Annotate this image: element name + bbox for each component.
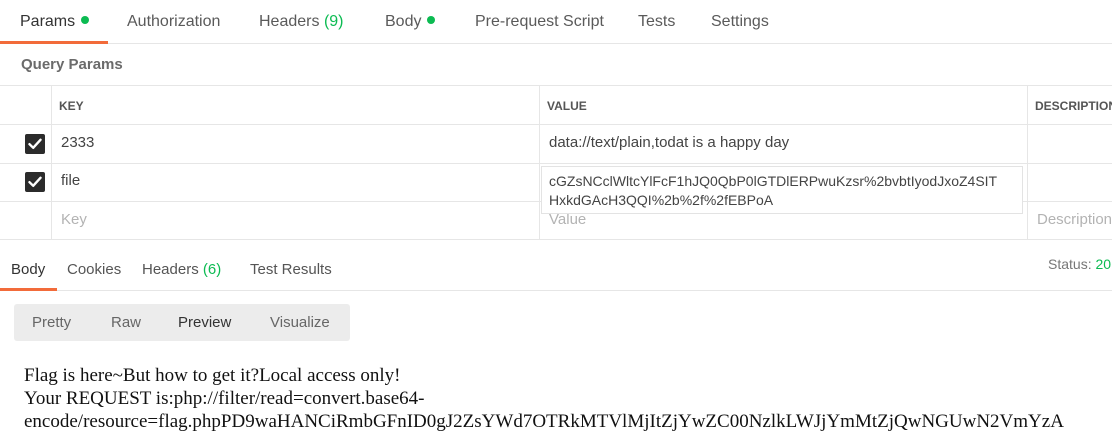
- param-key[interactable]: file: [61, 172, 80, 189]
- tab-body[interactable]: Body: [385, 0, 436, 44]
- new-param-key-input[interactable]: Key: [61, 211, 87, 228]
- tab-label: Test Results: [250, 261, 332, 278]
- new-param-description-input[interactable]: Description: [1037, 211, 1112, 228]
- checkmark-icon: [28, 176, 42, 187]
- tab-tests[interactable]: Tests: [638, 0, 675, 44]
- modified-dot-icon: [427, 16, 436, 24]
- tab-label: Cookies: [67, 261, 122, 278]
- response-line: Flag is here~But how to get it?Local acc…: [24, 365, 401, 386]
- response-body: Flag is here~But how to get it?Local acc…: [24, 364, 1112, 433]
- tab-label: Body: [11, 261, 46, 278]
- tab-label: Authorization: [127, 13, 221, 30]
- column-header-value: VALUE: [547, 99, 587, 113]
- param-enabled-checkbox[interactable]: [25, 172, 45, 192]
- column-header-description: DESCRIPTION: [1035, 99, 1112, 113]
- tab-headers[interactable]: Headers (9): [259, 0, 344, 44]
- active-tab-indicator: [0, 41, 108, 44]
- active-tab-indicator: [0, 288, 57, 291]
- tab-label: Params: [20, 13, 76, 30]
- column-header-key: KEY: [59, 99, 84, 113]
- view-mode-pretty[interactable]: Pretty: [32, 304, 71, 341]
- view-mode-selector: Pretty Raw Preview Visualize: [14, 304, 350, 341]
- view-mode-raw[interactable]: Raw: [111, 304, 141, 341]
- status-value: 20: [1095, 256, 1112, 272]
- tab-label: Body: [385, 13, 422, 30]
- response-tabs: Body Cookies Headers (6) Test Results: [0, 250, 1112, 291]
- checkmark-icon: [28, 138, 42, 149]
- params-table: KEY VALUE DESCRIPTION 2333 data://text/p…: [0, 85, 1112, 240]
- param-value-editor[interactable]: cGZsNCclWltcYlFcF1hJQ0QbP0lGTDlERPwuKzsr…: [541, 166, 1023, 214]
- view-mode-visualize[interactable]: Visualize: [270, 304, 330, 341]
- row-divider: [0, 124, 1112, 125]
- response-status: Status: 20: [1048, 256, 1111, 272]
- modified-dot-icon: [81, 16, 90, 24]
- tab-count: (9): [323, 13, 344, 30]
- tab-label: Headers: [259, 13, 320, 30]
- tab-cookies[interactable]: Cookies: [67, 250, 121, 289]
- query-params-title: Query Params: [21, 56, 123, 73]
- view-mode-preview[interactable]: Preview: [178, 304, 231, 341]
- tab-label: Pre-request Script: [475, 13, 604, 30]
- param-enabled-checkbox[interactable]: [25, 134, 45, 154]
- tab-label: Headers: [142, 261, 199, 278]
- tab-params[interactable]: Params: [20, 0, 90, 44]
- param-key[interactable]: 2333: [61, 134, 94, 151]
- request-tabs: Params Authorization Headers (9) Body Pr…: [0, 0, 1112, 44]
- row-divider: [0, 163, 1112, 164]
- tab-label: Tests: [638, 13, 676, 30]
- tab-pre-request-script[interactable]: Pre-request Script: [475, 0, 604, 44]
- tab-label: Settings: [711, 13, 769, 30]
- tab-settings[interactable]: Settings: [711, 0, 769, 44]
- response-line: encode/resource=flag.phpPD9waHANCiRmbGFn…: [24, 411, 1064, 432]
- tab-test-results[interactable]: Test Results: [250, 250, 332, 289]
- param-value[interactable]: data://text/plain,todat is a happy day: [549, 134, 789, 151]
- tab-response-headers[interactable]: Headers (6): [142, 250, 221, 289]
- status-label: Status:: [1048, 256, 1092, 272]
- tab-count: (6): [202, 261, 222, 278]
- tab-response-body[interactable]: Body: [11, 250, 45, 289]
- tab-authorization[interactable]: Authorization: [127, 0, 220, 44]
- response-line: Your REQUEST is:php://filter/read=conver…: [24, 388, 425, 409]
